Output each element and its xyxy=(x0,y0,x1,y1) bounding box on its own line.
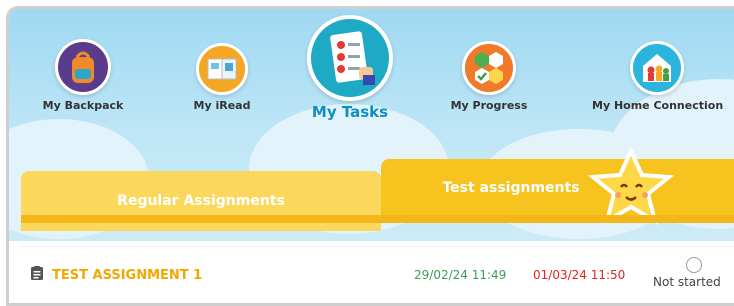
nav-item-iread[interactable]: My iRead xyxy=(177,43,267,112)
status-label: Not started xyxy=(653,275,721,289)
house-family-icon xyxy=(630,41,684,95)
table-row[interactable]: TEST ASSIGNMENT 1 29/02/24 11:49 01/03/2… xyxy=(21,246,734,303)
progress-badges-icon xyxy=(462,41,516,95)
status-indicator xyxy=(686,257,702,273)
backpack-icon xyxy=(55,39,111,95)
nav-label-tasks: My Tasks xyxy=(311,103,389,121)
assignment-start-date: 29/02/24 11:49 xyxy=(414,268,507,282)
assignment-due-date: 01/03/24 11:50 xyxy=(533,268,626,282)
app-frame: My Backpack My iRead My Tasks My Progres… xyxy=(6,6,734,306)
book-icon xyxy=(196,43,248,95)
assignment-title[interactable]: TEST ASSIGNMENT 1 xyxy=(52,268,202,283)
tab-label: Regular Assignments xyxy=(117,193,285,209)
nav-label-backpack: My Backpack xyxy=(42,99,124,112)
nav-label-home-connection: My Home Connection xyxy=(592,99,724,112)
tab-test-assignments[interactable]: Test assignments xyxy=(381,147,734,226)
nav-item-home-connection[interactable]: My Home Connection xyxy=(592,41,724,112)
clipboard-tasks-icon xyxy=(307,15,393,101)
nav-item-tasks[interactable]: My Tasks xyxy=(295,15,405,121)
nav-item-progress[interactable]: My Progress xyxy=(439,41,539,112)
tab-label: Test assignments xyxy=(442,180,580,196)
nav-label-iread: My iRead xyxy=(193,99,251,112)
nav-item-backpack[interactable]: My Backpack xyxy=(33,39,133,112)
tabs-underline xyxy=(21,215,734,223)
clipboard-icon xyxy=(31,266,43,280)
nav-label-progress: My Progress xyxy=(450,99,528,112)
assignment-tabs: Regular Assignments Test assignments xyxy=(21,147,734,231)
